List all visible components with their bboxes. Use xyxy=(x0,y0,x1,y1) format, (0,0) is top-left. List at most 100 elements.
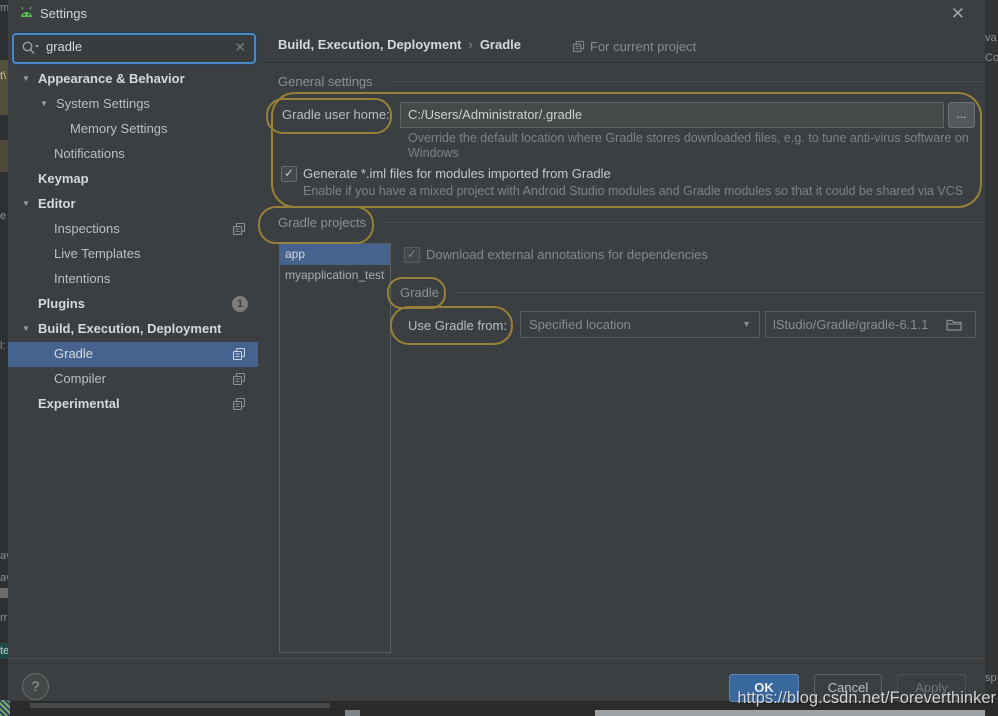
chevron-down-icon[interactable]: ▼ xyxy=(22,324,30,333)
generate-iml-checkbox[interactable]: ✓ xyxy=(281,166,297,182)
sidebar-item-label: Memory Settings xyxy=(70,121,168,136)
chevron-down-icon[interactable]: ▼ xyxy=(22,74,30,83)
gradle-projects-list[interactable]: app myapplication_test xyxy=(279,243,391,653)
sidebar-item-plugins[interactable]: Plugins 1 xyxy=(8,292,258,317)
sidebar-item-label: Notifications xyxy=(54,146,125,161)
title-bar: Settings ✕ xyxy=(8,0,985,28)
project-level-icon xyxy=(232,372,246,386)
sidebar-item-label: Appearance & Behavior xyxy=(38,71,185,86)
background-text-fragment: av xyxy=(0,572,8,584)
settings-dialog: Settings ✕ gradle ✕ ▼ Appearance & Behav… xyxy=(8,0,985,700)
sidebar-item-gradle[interactable]: Gradle xyxy=(8,342,258,367)
download-annotations-label[interactable]: Download external annotations for depend… xyxy=(426,247,708,262)
sidebar-item-label: Build, Execution, Deployment xyxy=(38,321,221,336)
background-left-strip: m t\ e l: av av rr te xyxy=(0,0,8,716)
gradle-location-field[interactable]: lStudio/Gradle/gradle-6.1.1 xyxy=(765,311,976,338)
screenshot-root: m t\ e l: av av rr te va Co sp Set xyxy=(0,0,998,716)
divider xyxy=(383,222,985,223)
sidebar-item-label: Live Templates xyxy=(54,246,140,261)
folder-icon xyxy=(946,318,962,331)
sidebar-item-label: Editor xyxy=(38,196,76,211)
background-text-fragment: t\ xyxy=(0,70,6,82)
background-text-fragment: rr xyxy=(0,612,7,624)
background-block xyxy=(0,140,8,172)
list-item-myapplication-test[interactable]: myapplication_test xyxy=(280,265,390,286)
background-text-fragment: av xyxy=(0,550,8,562)
dropdown-selected-value: Specified location xyxy=(529,317,631,332)
use-gradle-from-label: Use Gradle from: xyxy=(408,318,507,333)
sidebar-item-experimental[interactable]: Experimental xyxy=(8,392,258,417)
gradle-user-home-field[interactable]: C:/Users/Administrator/.gradle xyxy=(400,102,944,128)
user-home-help-line1: Override the default location where Grad… xyxy=(408,131,969,145)
sidebar-item-label: System Settings xyxy=(56,96,150,111)
browse-button[interactable]: ... xyxy=(948,102,975,128)
divider xyxy=(453,292,985,293)
background-block xyxy=(0,588,8,598)
divider xyxy=(260,62,985,63)
download-annotations-checkbox[interactable]: ✓ xyxy=(404,247,420,263)
sidebar-item-label: Compiler xyxy=(54,371,106,386)
android-icon xyxy=(18,6,35,22)
clear-search-icon[interactable]: ✕ xyxy=(234,39,246,56)
background-noise-block xyxy=(0,700,10,716)
watermark: https://blog.csdn.net/Foreverthinker xyxy=(737,689,996,708)
background-text-fragment: te xyxy=(0,645,8,657)
sidebar-item-compiler[interactable]: Compiler xyxy=(8,367,258,392)
sidebar-item-label: Keymap xyxy=(38,171,89,186)
sidebar-item-label: Plugins xyxy=(38,296,85,311)
user-home-help-line2: Windows xyxy=(408,146,459,160)
background-text-fragment: Co xyxy=(985,52,998,64)
sidebar-item-notifications[interactable]: Notifications xyxy=(8,142,258,167)
scope-label: For current project xyxy=(590,39,696,54)
chevron-down-icon[interactable]: ▼ xyxy=(22,199,30,208)
scope-indicator: For current project xyxy=(572,39,696,54)
background-block xyxy=(0,60,8,115)
project-level-icon xyxy=(232,222,246,236)
section-title-gradle: Gradle xyxy=(400,285,439,300)
background-text-fragment: e xyxy=(0,210,6,222)
background-text-fragment: va xyxy=(985,32,997,44)
sidebar-item-appearance-behavior[interactable]: ▼ Appearance & Behavior xyxy=(8,67,258,92)
divider xyxy=(394,81,985,82)
gradle-user-home-label: Gradle user home: xyxy=(282,107,390,122)
sidebar-item-live-templates[interactable]: Live Templates xyxy=(8,242,258,267)
sidebar-item-intentions[interactable]: Intentions xyxy=(8,267,258,292)
generate-iml-help: Enable if you have a mixed project with … xyxy=(303,184,963,198)
sidebar-item-inspections[interactable]: Inspections xyxy=(8,217,258,242)
sidebar-item-system-settings[interactable]: ▼ System Settings xyxy=(8,92,258,117)
breadcrumb: Build, Execution, Deployment›Gradle xyxy=(278,37,521,52)
search-input[interactable]: gradle xyxy=(46,39,82,54)
chevron-down-icon[interactable]: ▼ xyxy=(40,99,48,108)
sidebar-item-memory-settings[interactable]: Memory Settings xyxy=(8,117,258,142)
sidebar-item-label: Intentions xyxy=(54,271,110,286)
sidebar-item-label: Experimental xyxy=(38,396,120,411)
background-block xyxy=(345,710,360,716)
background-block xyxy=(30,703,330,708)
breadcrumb-section[interactable]: Build, Execution, Deployment xyxy=(278,37,461,52)
sidebar-item-label: Gradle xyxy=(54,346,93,361)
sidebar-item-label: Inspections xyxy=(54,221,120,236)
close-icon[interactable]: ✕ xyxy=(951,4,965,24)
settings-search-box[interactable]: gradle ✕ xyxy=(12,33,256,64)
background-text-fragment: sp xyxy=(985,672,997,684)
background-statusbar-block xyxy=(595,710,985,716)
background-right-strip: va Co sp xyxy=(985,0,998,716)
window-title: Settings xyxy=(40,6,87,21)
chevron-down-icon: ▼ xyxy=(742,312,751,337)
search-icon xyxy=(21,40,41,56)
background-text-fragment: l: xyxy=(0,340,6,352)
sidebar-item-editor[interactable]: ▼ Editor xyxy=(8,192,258,217)
use-gradle-from-dropdown[interactable]: Specified location ▼ xyxy=(520,311,760,338)
sidebar-item-keymap[interactable]: Keymap xyxy=(8,167,258,192)
section-title-general-settings: General settings xyxy=(278,74,373,89)
list-item-app[interactable]: app xyxy=(280,244,390,265)
section-title-gradle-projects: Gradle projects xyxy=(278,215,366,230)
plugins-count-badge: 1 xyxy=(232,296,248,312)
help-button[interactable]: ? xyxy=(22,673,49,700)
project-level-icon xyxy=(232,347,246,361)
background-text-fragment: m xyxy=(0,2,8,14)
breadcrumb-separator-icon: › xyxy=(461,37,479,52)
sidebar-item-build-execution-deployment[interactable]: ▼ Build, Execution, Deployment xyxy=(8,317,258,342)
breadcrumb-page: Gradle xyxy=(480,37,521,52)
generate-iml-label[interactable]: Generate *.iml files for modules importe… xyxy=(303,166,611,181)
